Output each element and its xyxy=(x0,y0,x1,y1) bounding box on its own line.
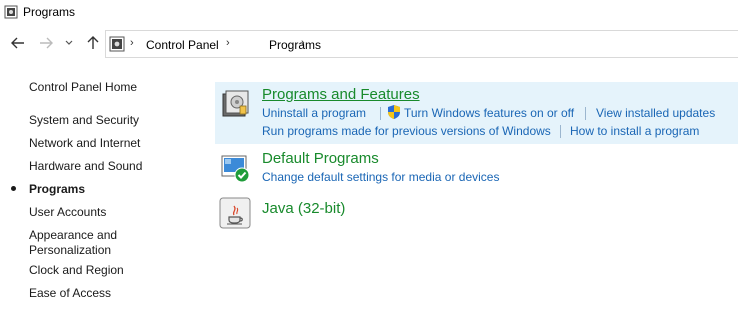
sidebar-item-system-security[interactable]: System and Security xyxy=(29,113,139,127)
sidebar-item-hardware-sound[interactable]: Hardware and Sound xyxy=(29,159,142,173)
task-separator xyxy=(380,107,381,120)
java-icon[interactable] xyxy=(219,197,251,229)
sidebar-item-ease-of-access[interactable]: Ease of Access xyxy=(29,286,111,300)
change-default-settings-link[interactable]: Change default settings for media or dev… xyxy=(262,170,499,184)
control-panel-icon xyxy=(109,36,125,52)
programs-features-icon[interactable] xyxy=(220,88,252,120)
run-compat-programs-link[interactable]: Run programs made for previous versions … xyxy=(262,124,551,138)
chevron-right-icon: › xyxy=(226,37,230,49)
how-to-install-link[interactable]: How to install a program xyxy=(570,124,699,138)
sidebar-item-network-internet[interactable]: Network and Internet xyxy=(29,136,140,150)
arrow-up-icon[interactable] xyxy=(85,35,101,51)
title-bar: Programs xyxy=(0,0,738,26)
programs-app-icon xyxy=(4,5,18,19)
breadcrumb-control-panel[interactable]: Control Panel xyxy=(146,38,219,52)
task-separator xyxy=(585,107,586,120)
task-separator xyxy=(560,125,561,138)
sidebar-control-panel-home[interactable]: Control Panel Home xyxy=(29,80,137,94)
default-programs-icon[interactable] xyxy=(220,152,252,184)
sidebar-item-user-accounts[interactable]: User Accounts xyxy=(29,205,106,219)
java-link[interactable]: Java (32-bit) xyxy=(262,200,345,217)
breadcrumb-programs[interactable]: Programs xyxy=(269,38,321,52)
chevron-right-icon: › xyxy=(130,37,134,49)
chevron-right-icon[interactable]: › xyxy=(301,37,305,49)
programs-features-link[interactable]: Programs and Features xyxy=(262,86,420,103)
sidebar-item-appearance[interactable]: Appearance and xyxy=(29,228,117,242)
arrow-right-icon[interactable] xyxy=(38,35,54,51)
arrow-left-icon[interactable] xyxy=(10,35,26,51)
window-title: Programs xyxy=(23,5,76,19)
sidebar-item-clock-region[interactable]: Clock and Region xyxy=(29,263,124,277)
address-bar[interactable]: › Control Panel › Programs › xyxy=(105,30,738,58)
view-installed-updates-link[interactable]: View installed updates xyxy=(596,106,715,120)
sidebar-item-personalization[interactable]: Personalization xyxy=(29,243,111,257)
sidebar-item-programs[interactable]: Programs xyxy=(29,182,85,196)
chevron-down-icon[interactable] xyxy=(64,35,74,51)
default-programs-link[interactable]: Default Programs xyxy=(262,150,379,167)
windows-features-link[interactable]: Turn Windows features on or off xyxy=(404,106,574,120)
uninstall-program-link[interactable]: Uninstall a program xyxy=(262,106,366,120)
current-item-bullet xyxy=(11,186,16,191)
shield-icon xyxy=(388,105,400,119)
navigation-bar: › Control Panel › Programs › xyxy=(0,28,738,60)
